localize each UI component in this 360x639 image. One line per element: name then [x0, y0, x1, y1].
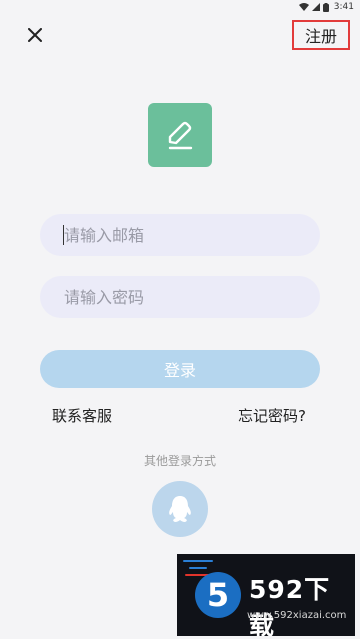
- watermark-title: 592下载: [249, 575, 331, 636]
- app-logo: [148, 103, 212, 167]
- status-time: 3:41: [333, 2, 354, 12]
- status-bar: 3:41: [0, 0, 360, 14]
- watermark-logo: 5: [195, 572, 241, 618]
- qq-login-button[interactable]: [152, 481, 208, 537]
- login-button[interactable]: 登录: [40, 350, 320, 388]
- wifi-icon: [298, 3, 309, 11]
- battery-icon: [322, 2, 329, 12]
- pencil-icon: [168, 121, 193, 150]
- other-login-label: 其他登录方式: [143, 454, 216, 468]
- signal-icon: [311, 3, 320, 11]
- watermark-url: www.592xiazai.com: [247, 610, 347, 621]
- text-caret: [63, 225, 64, 245]
- email-input[interactable]: [40, 214, 320, 256]
- close-icon: [28, 28, 42, 42]
- watermark-banner: 5 592下载 www.592xiazai.com: [177, 554, 355, 636]
- qq-penguin-icon: [169, 496, 191, 522]
- contact-support-link[interactable]: 联系客服: [52, 405, 112, 426]
- password-input[interactable]: [40, 276, 320, 318]
- forgot-password-link[interactable]: 忘记密码?: [238, 405, 306, 426]
- close-button[interactable]: [22, 22, 48, 48]
- register-button[interactable]: 注册: [292, 20, 350, 50]
- status-icons: 3:41: [298, 2, 354, 12]
